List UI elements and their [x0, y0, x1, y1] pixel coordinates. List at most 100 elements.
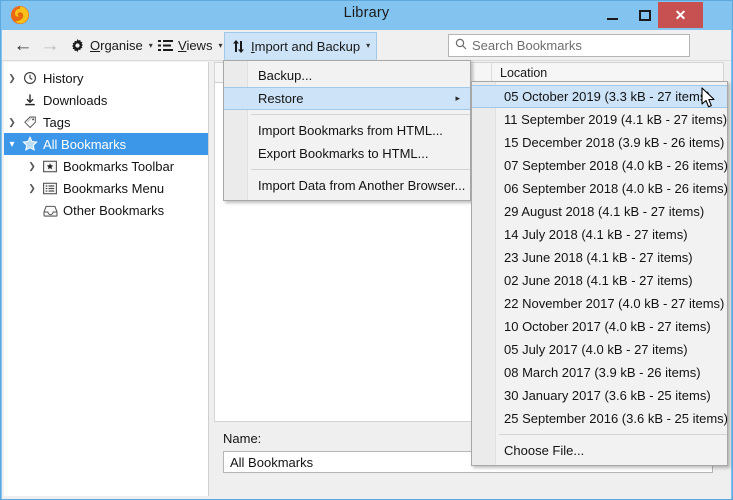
- restore-backup-label: 05 July 2017 (4.0 kB - 27 items): [504, 342, 688, 357]
- restore-backup-item[interactable]: 10 October 2017 (4.0 kB - 27 items): [472, 315, 727, 338]
- sidebar-tree[interactable]: ❯ History Downloads ❯ Tags ▾ All Bookmarks ❯ Boo…: [4, 62, 209, 496]
- sidebar-item-all-bookmarks[interactable]: ▾ All Bookmarks: [4, 133, 208, 155]
- views-button[interactable]: Views ▾: [152, 33, 228, 58]
- menu-item-export-bookmarks-to-html[interactable]: Export Bookmarks to HTML...: [224, 142, 470, 165]
- restore-backup-item[interactable]: 22 November 2017 (4.0 kB - 27 items): [472, 292, 727, 315]
- restore-backup-label: 14 July 2018 (4.1 kB - 27 items): [504, 227, 688, 242]
- sidebar-item-tags[interactable]: ❯ Tags: [4, 111, 208, 133]
- restore-backup-label: 08 March 2017 (3.9 kB - 26 items): [504, 365, 701, 380]
- restore-backup-item[interactable]: 14 July 2018 (4.1 kB - 27 items): [472, 223, 727, 246]
- restore-backup-label: 30 January 2017 (3.6 kB - 25 items): [504, 388, 711, 403]
- organise-label: Organise: [90, 38, 143, 53]
- name-field-label: Name:: [223, 431, 262, 446]
- restore-backup-item[interactable]: 15 December 2018 (3.9 kB - 26 items): [472, 131, 727, 154]
- restore-backup-label: 05 October 2019 (3.3 kB - 27 items): [504, 89, 711, 104]
- chevron-right-icon[interactable]: ❯: [24, 183, 40, 194]
- back-arrow-icon: ←: [13, 35, 33, 56]
- sidebar-item-history[interactable]: ❯ History: [4, 67, 208, 89]
- sidebar-item-label: Bookmarks Toolbar: [63, 158, 175, 174]
- column-header-location[interactable]: Location: [492, 66, 547, 80]
- menu-item-label: Restore: [258, 91, 304, 106]
- restore-backup-item[interactable]: 11 September 2019 (4.1 kB - 27 items): [472, 108, 727, 131]
- sidebar-item-label: History: [43, 70, 84, 86]
- organise-button[interactable]: Organise ▾: [64, 33, 159, 58]
- gear-icon: [70, 38, 85, 53]
- restore-backup-item[interactable]: 08 March 2017 (3.9 kB - 26 items): [472, 361, 727, 384]
- back-button[interactable]: ←: [10, 34, 36, 57]
- menu-separator: [251, 169, 470, 170]
- restore-backup-label: 15 December 2018 (3.9 kB - 26 items): [504, 135, 725, 150]
- sidebar-item-label: Bookmarks Menu: [63, 180, 165, 196]
- restore-backup-label: 07 September 2018 (4.0 kB - 26 items): [504, 158, 729, 173]
- submenu-separator: [499, 434, 727, 435]
- restore-backup-item[interactable]: 29 August 2018 (4.1 kB - 27 items): [472, 200, 727, 223]
- restore-backup-item[interactable]: 25 September 2016 (3.6 kB - 25 items): [472, 407, 729, 430]
- bookmarks-menu-icon: [40, 182, 60, 195]
- download-icon: [20, 93, 40, 107]
- import-and-backup-menu[interactable]: Backup... Restore ▸ Import Bookmarks from H…: [223, 60, 471, 201]
- restore-backup-item[interactable]: 05 July 2017 (4.0 kB - 27 items): [472, 338, 727, 361]
- library-window: Library ✕ ← → Organise ▾ Views ▾ Import …: [0, 0, 733, 500]
- restore-submenu[interactable]: 05 October 2019 (3.3 kB - 27 items) 11 Se…: [471, 81, 728, 466]
- sidebar-item-other-bookmarks[interactable]: Other Bookmarks: [4, 199, 208, 221]
- import-and-backup-button[interactable]: Import and Backup ▾: [224, 32, 378, 60]
- restore-backup-item[interactable]: 30 January 2017 (3.6 kB - 25 items): [472, 384, 727, 407]
- restore-backup-label: 02 June 2018 (4.1 kB - 27 items): [504, 273, 693, 288]
- restore-backup-label: 06 September 2018 (4.0 kB - 26 items): [504, 181, 729, 196]
- restore-backup-item[interactable]: 23 June 2018 (4.1 kB - 27 items): [472, 246, 727, 269]
- menu-item-import-data-from-another-browser[interactable]: Import Data from Another Browser...: [224, 174, 470, 197]
- chevron-down-icon: ▾: [218, 40, 223, 50]
- sidebar-item-bookmarks-menu[interactable]: ❯ Bookmarks Menu: [4, 177, 208, 199]
- menu-item-label: Backup...: [258, 68, 313, 83]
- chevron-down-icon[interactable]: ▾: [4, 139, 20, 150]
- restore-backup-label: 23 June 2018 (4.1 kB - 27 items): [504, 250, 693, 265]
- tag-icon: [20, 115, 40, 129]
- chevron-right-icon[interactable]: ❯: [4, 73, 20, 84]
- restore-backup-label: 22 November 2017 (4.0 kB - 27 items): [504, 296, 725, 311]
- close-button[interactable]: ✕: [658, 2, 703, 28]
- menu-item-label: Import Bookmarks from HTML...: [258, 123, 443, 138]
- import-export-arrows-icon: [231, 39, 246, 54]
- toolbar: ← → Organise ▾ Views ▾ Import and Backup…: [2, 30, 731, 61]
- maximize-button[interactable]: [630, 3, 660, 27]
- star-icon: [20, 136, 40, 152]
- title-bar[interactable]: Library ✕: [1, 1, 732, 30]
- restore-backup-label: 29 August 2018 (4.1 kB - 27 items): [504, 204, 705, 219]
- minimize-button[interactable]: [597, 3, 627, 27]
- minimize-icon: [606, 17, 618, 20]
- maximize-icon: [639, 9, 651, 21]
- menu-item-label: Export Bookmarks to HTML...: [258, 146, 429, 161]
- menu-separator: [251, 114, 470, 115]
- folder-tray-icon: [40, 204, 60, 217]
- restore-backup-label: Choose File...: [504, 443, 585, 458]
- sidebar-item-label: Tags: [43, 114, 71, 130]
- restore-backup-item[interactable]: 07 September 2018 (4.0 kB - 26 items): [472, 154, 729, 177]
- search-input[interactable]: Search Bookmarks: [448, 34, 690, 57]
- menu-item-import-bookmarks-from-html[interactable]: Import Bookmarks from HTML...: [224, 119, 470, 142]
- forward-button[interactable]: →: [37, 34, 63, 57]
- views-label: Views: [178, 38, 213, 53]
- list-view-icon: [158, 39, 173, 52]
- menu-item-restore[interactable]: Restore ▸: [224, 87, 470, 110]
- chevron-down-icon: ▾: [366, 41, 371, 50]
- restore-backup-label: 25 September 2016 (3.6 kB - 25 items): [504, 411, 729, 426]
- restore-backup-item[interactable]: Choose File...: [472, 439, 727, 462]
- sidebar-item-label: All Bookmarks: [43, 136, 127, 152]
- restore-backup-label: 10 October 2017 (4.0 kB - 27 items): [504, 319, 711, 334]
- search-icon: [455, 37, 467, 55]
- search-placeholder: Search Bookmarks: [472, 38, 582, 53]
- menu-item-label: Import Data from Another Browser...: [258, 178, 466, 193]
- sidebar-item-label: Downloads: [43, 92, 108, 108]
- sidebar-item-label: Other Bookmarks: [63, 202, 165, 218]
- import-and-backup-label: Import and Backup: [251, 38, 361, 54]
- chevron-right-icon[interactable]: ❯: [24, 161, 40, 172]
- chevron-right-icon[interactable]: ❯: [4, 117, 20, 128]
- sidebar-item-downloads[interactable]: Downloads: [4, 89, 208, 111]
- sidebar-item-bookmarks-toolbar[interactable]: ❯ Bookmarks Toolbar: [4, 155, 208, 177]
- menu-item-backup[interactable]: Backup...: [224, 64, 470, 87]
- restore-backup-item[interactable]: 05 October 2019 (3.3 kB - 27 items): [472, 85, 727, 108]
- forward-arrow-icon: →: [40, 35, 60, 56]
- bookmarks-toolbar-icon: [40, 160, 60, 173]
- restore-backup-item[interactable]: 06 September 2018 (4.0 kB - 26 items): [472, 177, 729, 200]
- restore-backup-item[interactable]: 02 June 2018 (4.1 kB - 27 items): [472, 269, 727, 292]
